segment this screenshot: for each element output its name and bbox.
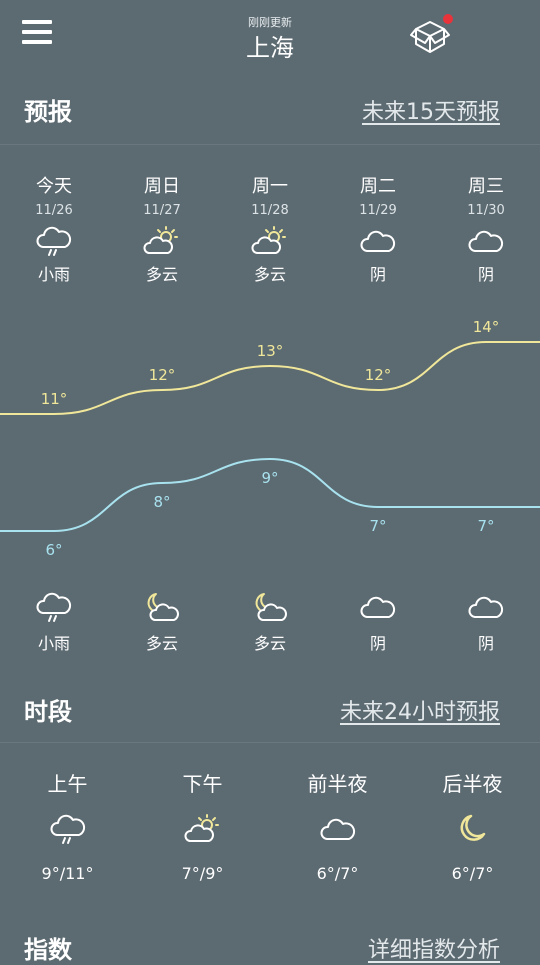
period-name: 下午 <box>182 772 223 796</box>
high-temp-label: 11° <box>41 390 68 408</box>
index-detail-link[interactable]: 详细指数分析 <box>368 932 500 964</box>
day-date: 11/27 <box>143 203 181 218</box>
divider <box>0 742 540 743</box>
day-condition: 阴 <box>477 265 494 284</box>
period-temp: 7°/9° <box>181 864 224 883</box>
day-condition: 小雨 <box>37 265 70 284</box>
forecast-15day-link[interactable]: 未来15天预报 <box>362 94 500 126</box>
day-condition: 阴 <box>369 265 386 284</box>
night-condition: 阴 <box>477 634 494 653</box>
light-rain-icon <box>34 590 74 624</box>
night-condition: 小雨 <box>37 634 70 653</box>
top-bar: 刚刚更新 上海 <box>0 0 540 70</box>
box-icon[interactable] <box>408 12 454 56</box>
partly-cloudy-day-icon <box>142 224 182 258</box>
cloud-icon <box>358 590 398 624</box>
temperature-curve-chart: 11° 6° 12° 8° 13° 9° 12° 7° 14° 7° <box>0 318 540 559</box>
period-name: 前半夜 <box>307 772 368 796</box>
forecast-24h-link[interactable]: 未来24小时预报 <box>340 694 500 726</box>
menu-icon[interactable] <box>22 20 52 46</box>
day-date: 11/28 <box>251 203 289 218</box>
low-temp-label: 9° <box>261 469 278 487</box>
partly-cloudy-day-icon <box>183 812 223 846</box>
cloud-icon <box>358 224 398 258</box>
divider <box>0 144 540 145</box>
day-date: 11/29 <box>359 203 397 218</box>
day-date: 11/30 <box>467 203 505 218</box>
partly-cloudy-night-icon <box>142 590 182 624</box>
day-date: 11/26 <box>35 203 73 218</box>
period-temp: 6°/7° <box>316 864 359 883</box>
light-rain-icon <box>48 812 88 846</box>
partly-cloudy-day-icon <box>250 224 290 258</box>
low-temp-label: 7° <box>477 517 494 535</box>
low-temp-label: 6° <box>45 541 62 559</box>
day-name: 今天 <box>36 176 72 197</box>
night-condition: 多云 <box>145 634 178 653</box>
moon-icon <box>453 812 493 846</box>
day-name: 周二 <box>360 176 396 197</box>
day-condition: 多云 <box>253 265 286 284</box>
high-temp-label: 14° <box>473 318 500 336</box>
period-temp: 9°/11° <box>41 864 94 883</box>
day-name: 周一 <box>252 176 288 197</box>
cloud-icon <box>466 224 506 258</box>
notification-badge <box>443 14 453 24</box>
forecast-title: 预报 <box>24 98 72 126</box>
period-name: 上午 <box>47 772 88 796</box>
low-temp-label: 7° <box>369 517 386 535</box>
day-condition: 多云 <box>145 265 178 284</box>
high-temp-label: 12° <box>149 366 176 384</box>
day-name: 周三 <box>468 176 504 197</box>
period-title: 时段 <box>24 698 72 726</box>
partly-cloudy-night-icon <box>250 590 290 624</box>
night-condition: 多云 <box>253 634 286 653</box>
city-name[interactable]: 上海 <box>170 28 370 63</box>
night-condition: 阴 <box>369 634 386 653</box>
high-temp-label: 13° <box>257 342 284 360</box>
period-temp: 6°/7° <box>451 864 494 883</box>
light-rain-icon <box>34 224 74 258</box>
cloud-icon <box>318 812 358 846</box>
period-name: 后半夜 <box>442 772 503 796</box>
high-temp-label: 12° <box>365 366 392 384</box>
low-temp-label: 8° <box>153 493 170 511</box>
day-name: 周日 <box>144 176 180 197</box>
cloud-icon <box>466 590 506 624</box>
